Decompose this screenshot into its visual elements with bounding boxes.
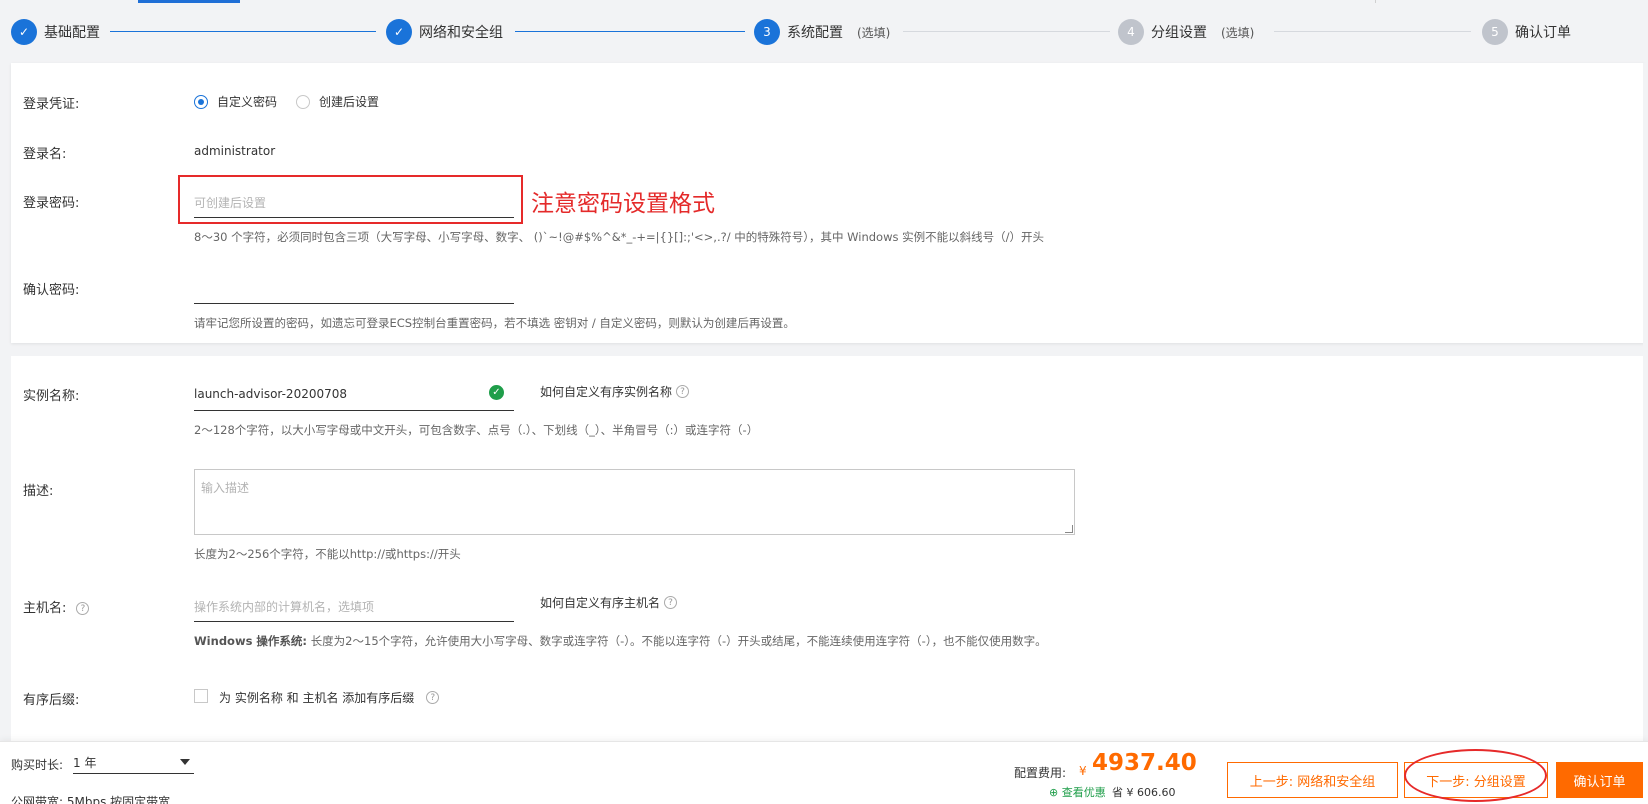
- step-number: 4: [1118, 19, 1144, 45]
- bandwidth-text: 公网带宽: 5Mbps 按固定带宽: [11, 795, 171, 804]
- step-network-security[interactable]: ✓ 网络和安全组: [386, 19, 503, 45]
- divider: [1375, 0, 1376, 3]
- instance-name-underline: [194, 410, 514, 411]
- wizard-steps: ✓ 基础配置 ✓ 网络和安全组 3 系统配置 (选填) 4 分组设置 (选填) …: [0, 0, 1648, 60]
- step-connector: [515, 31, 745, 32]
- radio-dot: [194, 94, 208, 109]
- step-label: 基础配置: [44, 25, 100, 41]
- step-connector: [903, 31, 1110, 32]
- caret-down-icon: [180, 759, 190, 765]
- step-connector: [1274, 31, 1471, 32]
- ordered-instance-name-link[interactable]: 如何自定义有序实例名称?: [540, 383, 690, 400]
- duration-select[interactable]: 1 年: [73, 752, 194, 774]
- password-annotation: 注意密码设置格式: [531, 191, 715, 217]
- credential-label: 登录凭证:: [23, 97, 80, 112]
- step-optional: (选填): [1221, 25, 1255, 40]
- price-label: 配置费用:: [1014, 766, 1067, 780]
- confirm-order-button[interactable]: 确认订单: [1556, 762, 1643, 798]
- step-system-config[interactable]: 3 系统配置 (选填): [754, 19, 890, 45]
- view-discount-link[interactable]: ⊕ 查看优惠: [1049, 784, 1106, 800]
- resize-handle-icon[interactable]: [1065, 525, 1073, 533]
- order-footer: 购买时长: 1 年 公网带宽: 5Mbps 按固定带宽 配置费用: ¥ 4937…: [0, 741, 1648, 804]
- discount-icon: ⊕: [1049, 786, 1059, 799]
- step-label: 确认订单: [1515, 25, 1571, 41]
- next-step-button[interactable]: 下一步: 分组设置: [1404, 762, 1548, 798]
- hostname-placeholder: 操作系统内部的计算机名，选填项: [194, 600, 375, 614]
- step-group-settings[interactable]: 4 分组设置 (选填): [1118, 19, 1254, 45]
- prev-step-button[interactable]: 上一步: 网络和安全组: [1227, 762, 1398, 798]
- help-icon[interactable]: ?: [426, 691, 440, 704]
- instance-name-hint: 2～128个字符，以大小写字母或中文开头，可包含数字、点号（.）、下划线（_）、…: [194, 423, 759, 437]
- annotation-box: [178, 175, 523, 224]
- valid-check-icon: ✓: [489, 385, 504, 400]
- step-number: 3: [754, 19, 780, 45]
- password-hint: 8～30 个字符，必须同时包含三项（大写字母、小写字母、数字、 ()`~!@#$…: [194, 230, 1045, 244]
- savings-text: 省 ¥ 606.60: [1112, 786, 1176, 799]
- password-label: 登录密码:: [23, 196, 80, 211]
- step-label: 系统配置: [787, 25, 843, 41]
- radio-set-after-create[interactable]: 创建后设置: [296, 93, 379, 110]
- ordered-suffix-checkbox[interactable]: [194, 689, 208, 703]
- description-placeholder: 输入描述: [201, 481, 250, 495]
- instance-name-label: 实例名称:: [23, 389, 80, 404]
- login-name-value: administrator: [194, 144, 276, 158]
- step-confirm-order[interactable]: 5 确认订单: [1482, 19, 1571, 45]
- currency-symbol: ¥: [1079, 764, 1087, 778]
- description-textarea[interactable]: 输入描述: [194, 469, 1075, 535]
- step-basic-config[interactable]: ✓ 基础配置: [11, 19, 100, 45]
- total-price: 4937.40: [1092, 750, 1197, 776]
- instance-name-value: launch-advisor-20200708: [194, 387, 348, 401]
- help-icon: ?: [676, 385, 690, 398]
- step-optional: (选填): [857, 25, 891, 40]
- scrollbar[interactable]: [1643, 63, 1648, 743]
- step-connector: [110, 31, 376, 32]
- check-icon: ✓: [386, 19, 412, 45]
- confirm-password-hint: 请牢记您所设置的密码，如遗忘可登录ECS控制台重置密码，若不填选 密钥对 / 自…: [194, 316, 795, 330]
- radio-dot: [296, 94, 310, 109]
- hostname-label: 主机名:?: [23, 597, 90, 616]
- description-label: 描述:: [23, 484, 54, 499]
- help-icon: ?: [664, 596, 678, 609]
- ordered-hostname-link[interactable]: 如何自定义有序主机名?: [540, 594, 678, 611]
- step-number: 5: [1482, 19, 1508, 45]
- hostname-underline: [194, 621, 514, 622]
- step-label: 网络和安全组: [419, 25, 503, 41]
- ordered-suffix-label: 有序后缀:: [23, 693, 80, 708]
- top-tab-indicator: [138, 0, 240, 3]
- radio-custom-password[interactable]: 自定义密码: [194, 93, 277, 110]
- confirm-password-input[interactable]: [194, 303, 514, 304]
- check-icon: ✓: [11, 19, 37, 45]
- step-label: 分组设置: [1151, 25, 1207, 41]
- help-icon[interactable]: ?: [76, 602, 90, 615]
- hostname-hint: Windows 操作系统: 长度为2～15个字符，允许使用大小写字母、数字或连字…: [194, 634, 1047, 648]
- login-name-label: 登录名:: [23, 147, 67, 162]
- ordered-suffix-text: 为 实例名称 和 主机名 添加有序后缀?: [219, 689, 440, 706]
- duration-label: 购买时长:: [11, 758, 64, 772]
- description-hint: 长度为2～256个字符，不能以http://或https://开头: [194, 547, 461, 561]
- confirm-password-label: 确认密码:: [23, 283, 80, 298]
